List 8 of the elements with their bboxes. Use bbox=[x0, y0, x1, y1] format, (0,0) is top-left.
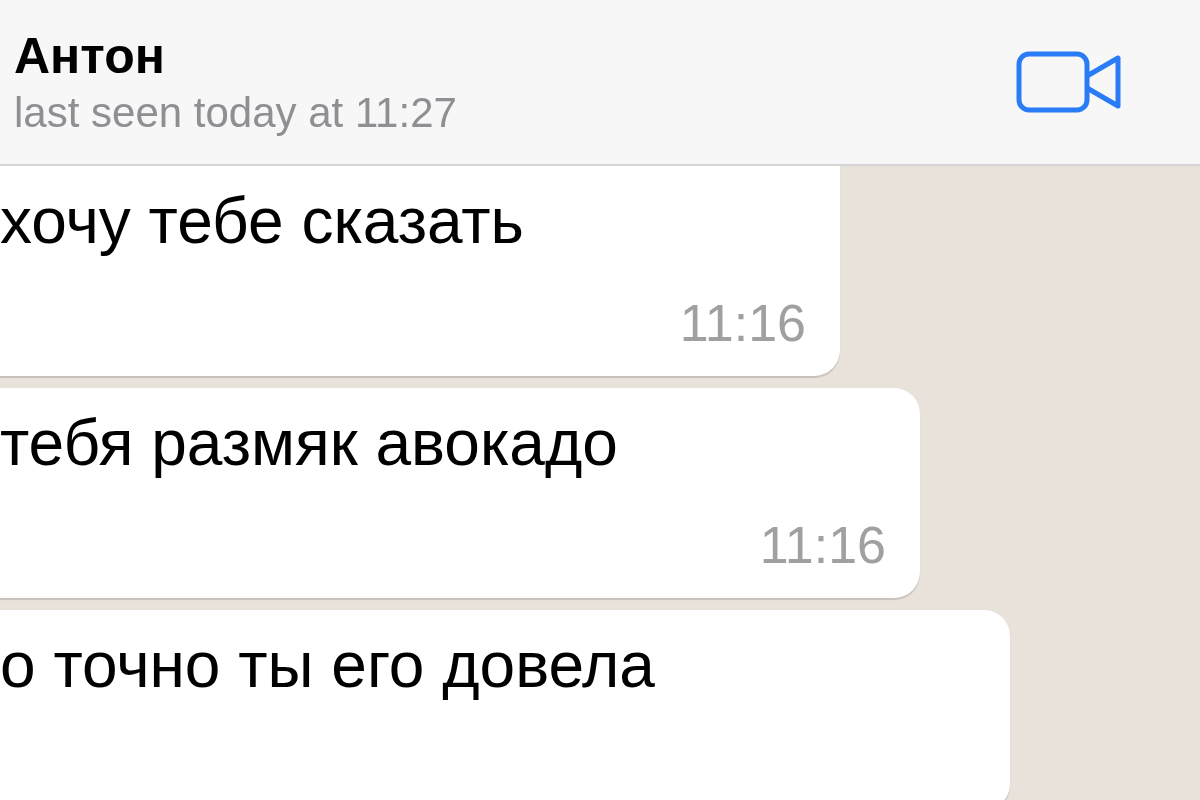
message-time: 11:16 bbox=[679, 293, 806, 354]
last-seen-status: last seen today at 11:27 bbox=[14, 88, 457, 138]
contact-name[interactable]: Антон bbox=[14, 26, 457, 86]
message-time: 11:16 bbox=[759, 515, 886, 576]
video-call-icon[interactable] bbox=[1016, 50, 1122, 114]
message-text: хочу тебе сказать bbox=[0, 184, 525, 259]
message-text: тебя размяк авокадо bbox=[0, 406, 619, 481]
message-text: о точно ты его довела bbox=[0, 628, 656, 703]
